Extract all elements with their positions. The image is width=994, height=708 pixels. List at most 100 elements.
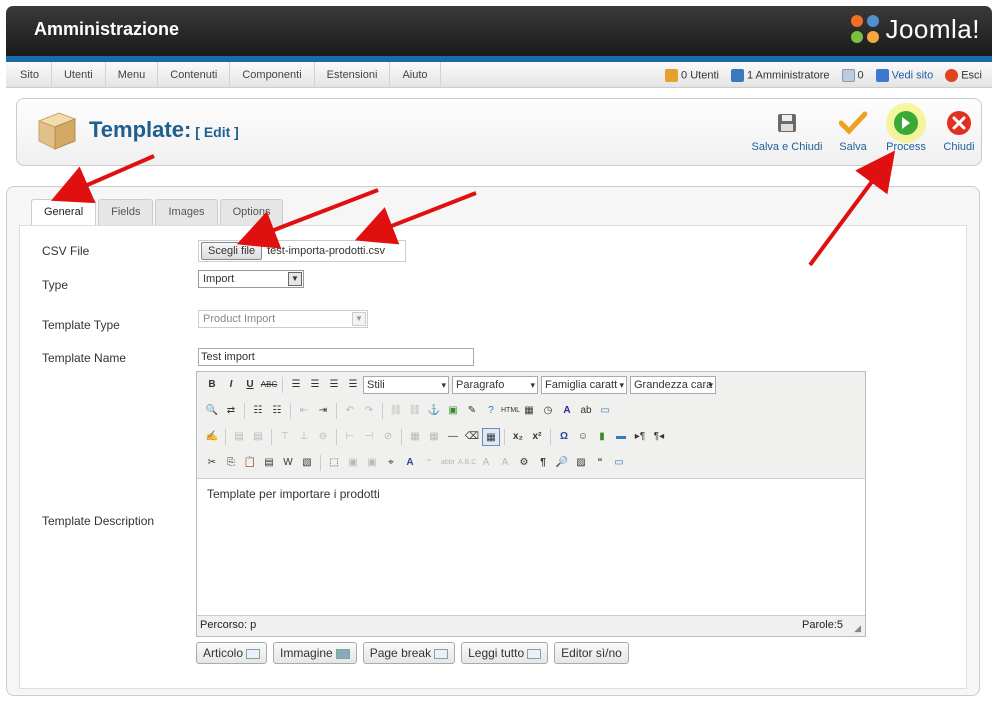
strikethrough-icon[interactable]: ABC xyxy=(260,376,278,394)
edit-css-icon[interactable]: ✍ xyxy=(203,428,221,446)
joomla-logo[interactable]: Joomla! xyxy=(851,14,980,45)
messages-status[interactable]: 0 xyxy=(841,68,864,82)
horizontal-rule-icon[interactable]: — xyxy=(444,428,462,446)
move-forward-icon[interactable]: ▣ xyxy=(344,454,362,472)
toggle-editor-button[interactable]: Editor sì/no xyxy=(554,642,629,664)
visual-aid-icon[interactable]: ▭ xyxy=(610,454,628,472)
superscript-icon[interactable]: x² xyxy=(528,428,546,446)
merge-cells-icon[interactable]: ▦ xyxy=(425,428,443,446)
outdent-icon[interactable]: ⇤ xyxy=(295,402,313,420)
tab-options[interactable]: Options xyxy=(219,199,284,225)
align-justify-icon[interactable]: ☰ xyxy=(344,376,362,394)
italic-icon[interactable]: I xyxy=(222,376,240,394)
text-color-icon[interactable]: A xyxy=(558,402,576,420)
page-break-button[interactable]: Page break xyxy=(362,642,456,664)
template-name-input[interactable]: Test import xyxy=(198,348,474,366)
insert-row-after-icon[interactable]: ⊥ xyxy=(295,428,313,446)
insert-time-icon[interactable]: ◷ xyxy=(539,402,557,420)
menu-sito[interactable]: Sito xyxy=(6,61,52,88)
insert-col-after-icon[interactable]: ⊣ xyxy=(360,428,378,446)
acronym-icon[interactable]: A.B.C xyxy=(458,454,476,472)
font-family-select[interactable]: Famiglia caratt xyxy=(541,376,627,394)
select-all-icon[interactable]: ▧ xyxy=(298,454,316,472)
cut-icon[interactable]: ✂ xyxy=(203,454,221,472)
html-icon[interactable]: HTML xyxy=(501,402,520,420)
read-more-button[interactable]: Leggi tutto xyxy=(461,642,549,664)
find-icon[interactable]: 🔍 xyxy=(203,402,221,420)
image-button[interactable]: Immagine xyxy=(273,642,357,664)
redo-icon[interactable]: ↷ xyxy=(360,402,378,420)
help-icon[interactable]: ? xyxy=(482,402,500,420)
abbr-icon[interactable]: abbr xyxy=(439,454,457,472)
menu-contenuti[interactable]: Contenuti xyxy=(158,61,231,88)
tab-general[interactable]: General xyxy=(31,199,97,226)
copy-icon[interactable]: ⎘ xyxy=(222,454,240,472)
table-icon[interactable]: ▦ xyxy=(482,428,500,446)
insert-col-before-icon[interactable]: ⊢ xyxy=(341,428,359,446)
styleprops-icon[interactable]: A xyxy=(401,454,419,472)
menu-utenti[interactable]: Utenti xyxy=(52,61,106,88)
insert-row-before-icon[interactable]: ⊤ xyxy=(276,428,294,446)
replace-icon[interactable]: ⇄ xyxy=(222,402,240,420)
delete-col-icon[interactable]: ⊘ xyxy=(379,428,397,446)
unlink-icon[interactable]: ⛓ xyxy=(406,402,424,420)
ltr-icon[interactable]: ▸¶ xyxy=(631,428,649,446)
process-button[interactable]: Process xyxy=(881,103,931,153)
font-size-select[interactable]: Grandezza cara xyxy=(630,376,716,394)
media-icon[interactable]: ▮ xyxy=(593,428,611,446)
article-button[interactable]: Articolo xyxy=(196,642,268,664)
editor-content[interactable]: Template per importare i prodotti xyxy=(197,478,865,616)
menu-componenti[interactable]: Componenti xyxy=(230,61,315,88)
insert-date-icon[interactable]: ▦ xyxy=(520,402,538,420)
indent-icon[interactable]: ⇥ xyxy=(314,402,332,420)
csv-file-input[interactable]: Scegli file test-importa-prodotti.csv xyxy=(198,240,406,262)
type-select[interactable]: Import ▼ xyxy=(198,270,304,288)
paste-word-icon[interactable]: W xyxy=(279,454,297,472)
link-icon[interactable]: ⛓ xyxy=(387,402,405,420)
remove-format-icon[interactable]: ⌫ xyxy=(463,428,481,446)
blockquote-icon[interactable]: “ xyxy=(591,454,609,472)
template-type-select[interactable]: Product Import ▼ xyxy=(198,310,368,328)
logout-link[interactable]: Esci xyxy=(945,68,982,82)
row-props-icon[interactable]: ▤ xyxy=(230,428,248,446)
paste-text-icon[interactable]: ▤ xyxy=(260,454,278,472)
underline-icon[interactable]: U xyxy=(241,376,259,394)
users-status[interactable]: 0 Utenti xyxy=(665,68,719,82)
cell-props-icon[interactable]: ▤ xyxy=(249,428,267,446)
undo-icon[interactable]: ↶ xyxy=(341,402,359,420)
bold-icon[interactable]: B xyxy=(203,376,221,394)
tab-fields[interactable]: Fields xyxy=(98,199,154,225)
numbered-list-icon[interactable]: ☷ xyxy=(268,402,286,420)
emoticon-icon[interactable]: ☺ xyxy=(574,428,592,446)
subscript-icon[interactable]: x₂ xyxy=(509,428,527,446)
special-char-icon[interactable]: Ω xyxy=(555,428,573,446)
image-icon[interactable]: ▣ xyxy=(444,402,462,420)
bullet-list-icon[interactable]: ☷ xyxy=(249,402,267,420)
preview-icon[interactable]: 🔎 xyxy=(553,454,571,472)
hr-icon[interactable]: ▬ xyxy=(612,428,630,446)
align-center-icon[interactable]: ☰ xyxy=(306,376,324,394)
admins-status[interactable]: 1 Amministratore xyxy=(730,68,830,82)
ins-icon[interactable]: A xyxy=(496,454,514,472)
tab-images[interactable]: Images xyxy=(155,199,218,225)
menu-estensioni[interactable]: Estensioni xyxy=(315,61,391,88)
split-cells-icon[interactable]: ▦ xyxy=(406,428,424,446)
move-backward-icon[interactable]: ▣ xyxy=(363,454,381,472)
insert-layer-icon[interactable]: ⬚ xyxy=(325,454,343,472)
paste-icon[interactable]: 📋 xyxy=(241,454,259,472)
resize-handle-icon[interactable]: ◢ xyxy=(854,623,861,634)
save-close-button[interactable]: Salva e Chiudi xyxy=(747,107,827,153)
fullscreen-icon[interactable]: ▭ xyxy=(596,402,614,420)
del-icon[interactable]: A xyxy=(477,454,495,472)
cite-icon[interactable]: “” xyxy=(420,454,438,472)
delete-row-icon[interactable]: ⊖ xyxy=(314,428,332,446)
align-right-icon[interactable]: ☰ xyxy=(325,376,343,394)
close-button[interactable]: Chiudi xyxy=(939,107,979,153)
anchor-icon[interactable]: ⚓ xyxy=(425,402,443,420)
rtl-icon[interactable]: ¶◂ xyxy=(650,428,668,446)
styles-select[interactable]: Stili xyxy=(363,376,449,394)
save-button[interactable]: Salva xyxy=(833,107,873,153)
absolute-icon[interactable]: ⌖ xyxy=(382,454,400,472)
menu-menu[interactable]: Menu xyxy=(106,61,159,88)
background-color-icon[interactable]: ab xyxy=(577,402,595,420)
